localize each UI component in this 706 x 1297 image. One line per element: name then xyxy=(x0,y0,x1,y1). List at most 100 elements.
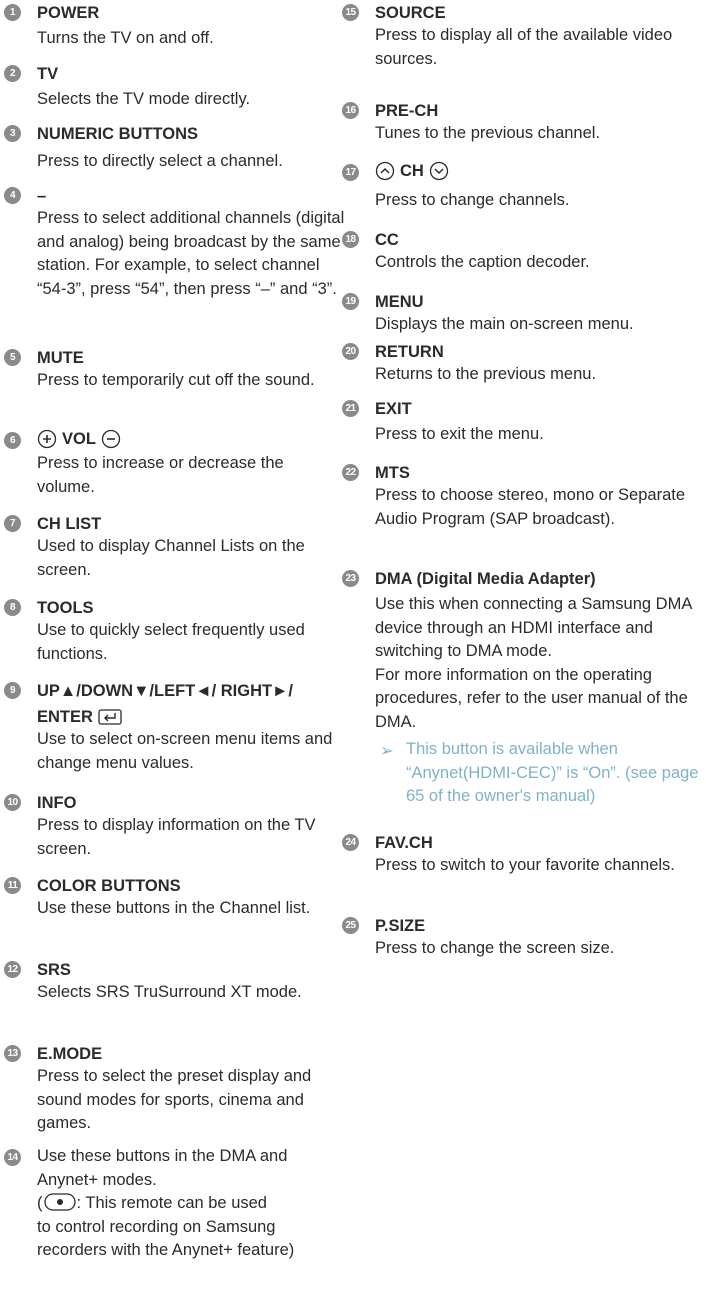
list-item-mute: 5 MUTE Press to temporarily cut off the … xyxy=(0,345,345,405)
item-number: 13 xyxy=(4,1045,21,1062)
item-number: 8 xyxy=(4,599,21,616)
item-title: UP▲/DOWN▼/LEFT◄/ RIGHT►/ xyxy=(37,682,293,700)
item-description: Use to select on-screen menu items and c… xyxy=(37,730,333,772)
plus-circle-icon xyxy=(37,429,57,449)
list-item-numeric-buttons: 3 NUMERIC BUTTONS Press to directly sele… xyxy=(0,121,345,171)
item-description: Used to display Channel Lists on the scr… xyxy=(37,537,305,579)
item-title: DMA (Digital Media Adapter) xyxy=(375,570,596,588)
arrow-right-icon: ➢ xyxy=(380,742,394,760)
item-title: CH xyxy=(375,161,449,181)
item-number: 5 xyxy=(4,349,21,366)
item-title: SRS xyxy=(37,961,71,979)
item-number: 23 xyxy=(342,570,359,587)
item-number: 4 xyxy=(4,187,21,204)
description-line: (: This remote can be used xyxy=(37,1193,267,1212)
list-item-color-buttons: 11 COLOR BUTTONS Use these buttons in th… xyxy=(0,873,345,933)
item-description: Press to switch to your favorite channel… xyxy=(375,856,675,874)
item-number: 16 xyxy=(342,102,359,119)
list-item-ch-list: 7 CH LIST Used to display Channel Lists … xyxy=(0,511,345,579)
item-number: 21 xyxy=(342,400,359,417)
list-item-source: 15 SOURCE Press to display all of the av… xyxy=(338,0,706,75)
chevron-down-circle-icon xyxy=(429,161,448,181)
item-description: Press to temporarily cut off the sound. xyxy=(37,371,315,389)
item-description: Use this when connecting a Samsung DMA d… xyxy=(375,593,706,734)
list-item-ch: 17 CH Press to change channels. xyxy=(338,160,706,215)
item-title: PRE-CH xyxy=(375,102,439,120)
item-title: MTS xyxy=(375,464,410,482)
item-title: MENU xyxy=(375,293,424,311)
item-number: 11 xyxy=(4,877,21,894)
list-item-exit: 21 EXIT Press to exit the menu. xyxy=(338,396,706,446)
item-title: SOURCE xyxy=(375,4,446,22)
item-description: Press to display information on the TV s… xyxy=(37,816,316,858)
minus-circle-icon xyxy=(101,429,121,449)
list-item-dma-buttons: 14 Use these buttons in the DMA and Anyn… xyxy=(0,1145,345,1295)
item-number: 17 xyxy=(342,164,359,181)
item-description: Use to quickly select frequently used fu… xyxy=(37,621,305,663)
item-title-line2: ENTER xyxy=(37,707,122,727)
list-item-info: 10 INFO Press to display information on … xyxy=(0,790,345,858)
item-title: TOOLS xyxy=(37,599,94,617)
item-title: EXIT xyxy=(375,400,412,418)
item-title: CC xyxy=(375,231,399,249)
chevron-up-circle-icon xyxy=(375,161,395,181)
item-number: 20 xyxy=(342,343,359,360)
item-title: P.SIZE xyxy=(375,917,426,935)
item-title: VOL xyxy=(37,429,121,449)
item-title: POWER xyxy=(37,4,100,22)
list-item-dma: 23 DMA (Digital Media Adapter) Use this … xyxy=(338,566,706,826)
list-item-srs: 12 SRS Selects SRS TruSurround XT mode. xyxy=(0,957,345,1017)
item-number: 9 xyxy=(4,682,21,699)
description-line: to control recording on Samsung recorder… xyxy=(37,1217,295,1260)
item-description: Returns to the previous menu. xyxy=(375,365,597,383)
item-description: Controls the caption decoder. xyxy=(375,253,590,271)
item-number: 1 xyxy=(4,4,21,21)
item-number: 2 xyxy=(4,65,21,82)
item-description: Use these buttons in the Channel list. xyxy=(37,899,311,917)
list-item-return: 20 RETURN Returns to the previous menu. xyxy=(338,339,706,389)
item-description: Use these buttons in the DMA and Anynet+… xyxy=(37,1145,345,1263)
item-title: E.MODE xyxy=(37,1045,103,1063)
item-number: 25 xyxy=(342,917,359,934)
list-item-mts: 22 MTS Press to choose stereo, mono or S… xyxy=(338,460,706,550)
item-title: – xyxy=(37,187,47,205)
list-item-p-size: 25 P.SIZE Press to change the screen siz… xyxy=(338,913,706,963)
list-item-direction-keys: 9 UP▲/DOWN▼/LEFT◄/ RIGHT►/ ENTER Use to … xyxy=(0,678,345,778)
description-paragraph: For more information on the operating pr… xyxy=(375,665,688,731)
item-description: Press to directly select a channel. xyxy=(37,152,283,170)
item-title: NUMERIC BUTTONS xyxy=(37,125,199,143)
item-description: Press to exit the menu. xyxy=(375,425,544,443)
enter-key-icon xyxy=(98,709,122,725)
item-description: Selects the TV mode directly. xyxy=(37,90,251,108)
list-item-pre-ch: 16 PRE-CH Tunes to the previous channel. xyxy=(338,98,706,148)
item-description: Press to increase or decrease the volume… xyxy=(37,454,284,496)
item-number: 22 xyxy=(342,464,359,481)
item-description: Press to change channels. xyxy=(375,191,570,209)
item-number: 6 xyxy=(4,432,21,449)
description-line: Anynet+ modes. xyxy=(37,1170,157,1189)
item-number: 7 xyxy=(4,515,21,532)
description-paragraph: Use this when connecting a Samsung DMA d… xyxy=(375,595,692,660)
item-number: 19 xyxy=(342,293,359,310)
item-description: Press to choose stereo, mono or Separate… xyxy=(375,486,686,528)
item-number: 15 xyxy=(342,4,359,21)
item-number: 14 xyxy=(4,1149,21,1166)
list-item-e-mode: 13 E.MODE Press to select the preset dis… xyxy=(0,1041,345,1132)
item-title: INFO xyxy=(37,794,77,812)
item-number: 12 xyxy=(4,961,21,978)
list-item-cc: 18 CC Controls the caption decoder. xyxy=(338,227,706,277)
item-title: MUTE xyxy=(37,349,84,367)
list-item-vol: 6 VOL Press to increase or decrease the … xyxy=(0,428,345,498)
item-number: 18 xyxy=(342,231,359,248)
list-item-menu: 19 MENU Displays the main on-screen menu… xyxy=(338,289,706,339)
description-line: Use these buttons in the DMA and xyxy=(37,1147,288,1165)
item-description: Displays the main on-screen menu. xyxy=(375,315,634,333)
list-item-power: 1 POWER Turns the TV on and off. xyxy=(0,0,345,50)
item-description: Selects SRS TruSurround XT mode. xyxy=(37,983,302,1001)
item-title: FAV.CH xyxy=(375,834,433,852)
item-title: RETURN xyxy=(375,343,444,361)
item-description: Turns the TV on and off. xyxy=(37,29,214,47)
list-item-dash: 4 – Press to select additional channels … xyxy=(0,183,345,308)
record-button-icon xyxy=(43,1193,76,1211)
item-title: TV xyxy=(37,65,59,83)
